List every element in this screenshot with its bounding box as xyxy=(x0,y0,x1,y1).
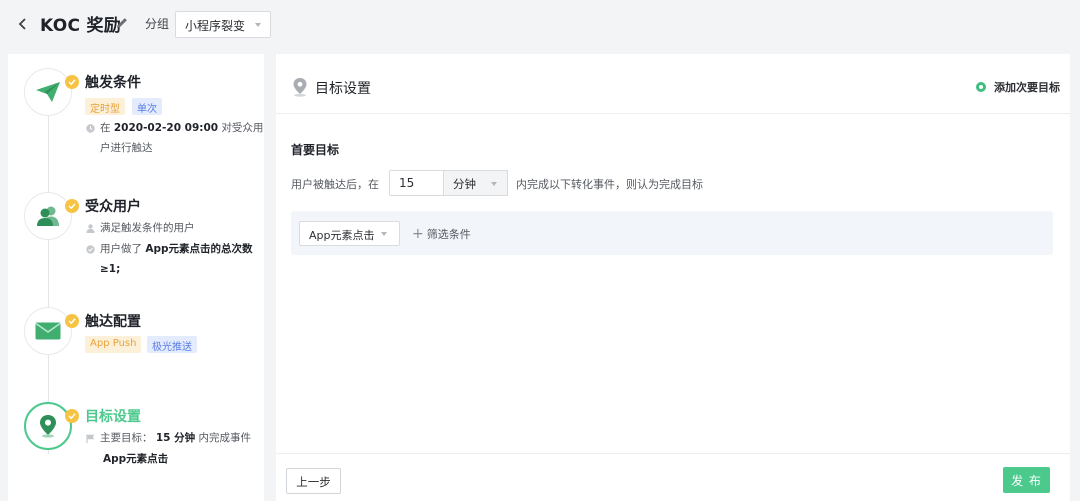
add-secondary-goal-button[interactable]: 添加次要目标 xyxy=(976,79,1060,95)
time-unit-select[interactable]: 分钟 xyxy=(443,170,508,196)
tag-once: 单次 xyxy=(132,98,162,115)
tag-app-push: App Push xyxy=(85,336,142,353)
check-icon xyxy=(65,314,79,328)
audience-detail-line1: 满足触发条件的用户 xyxy=(100,222,195,234)
panel-footer: 上一步 发 布 xyxy=(276,453,1070,501)
audience-detail-line2: 用户做了 App元素点击的总次数 xyxy=(100,243,253,255)
step-goal-title[interactable]: 目标设置 xyxy=(85,406,141,426)
paper-plane-icon xyxy=(36,82,60,102)
page-title: KOC 奖励 xyxy=(40,16,122,36)
group-select-value: 小程序裂变 xyxy=(185,19,246,33)
event-select[interactable]: App元素点击 xyxy=(299,221,400,246)
plus-icon: + xyxy=(412,226,424,242)
trigger-detail-line2: 户进行触达 xyxy=(100,142,153,154)
pencil-icon[interactable] xyxy=(115,16,129,30)
users-icon xyxy=(37,206,59,226)
goal-detail-line1: 主要目标： 15 分钟 内完成事件 xyxy=(100,432,251,444)
conversion-condition-box: App元素点击 + 筛选条件 xyxy=(291,211,1053,255)
minutes-input[interactable]: 15 xyxy=(389,170,445,196)
panel-header: 目标设置 添加次要目标 xyxy=(276,54,1070,114)
user-icon xyxy=(86,224,95,233)
step-audience-title[interactable]: 受众用户 xyxy=(85,196,141,216)
check-icon xyxy=(65,199,79,213)
location-pin-icon xyxy=(293,78,307,97)
add-filter-label: 筛选条件 xyxy=(426,228,471,241)
tag-timed: 定时型 xyxy=(85,98,125,115)
chevron-down-icon xyxy=(255,23,261,27)
clock-icon xyxy=(86,124,95,133)
chevron-down-icon xyxy=(491,182,497,186)
envelope-icon xyxy=(35,322,61,340)
step-reach-circle[interactable] xyxy=(24,307,72,355)
page-header: KOC 奖励 分组 小程序裂变 xyxy=(0,0,1080,48)
group-label: 分组 xyxy=(145,17,170,31)
tag-jpush: 极光推送 xyxy=(147,336,197,353)
panel-title: 目标设置 xyxy=(315,81,371,97)
event-icon xyxy=(86,245,95,254)
group-select[interactable]: 小程序裂变 xyxy=(175,11,271,38)
trigger-detail-line1: 在 2020-02-20 09:00 对受众用 xyxy=(100,122,264,134)
goal-detail-line2: App元素点击 xyxy=(103,453,169,465)
steps-panel: 触发条件 定时型 单次 在 2020-02-20 09:00 对受众用 户进行触… xyxy=(8,54,264,501)
check-icon xyxy=(65,409,79,423)
step-reach-title[interactable]: 触达配置 xyxy=(85,311,141,331)
add-secondary-goal-label: 添加次要目标 xyxy=(994,81,1060,94)
previous-step-button[interactable]: 上一步 xyxy=(286,468,341,494)
goal-sentence-before: 用户被触达后，在 xyxy=(291,178,379,191)
add-filter-button[interactable]: + 筛选条件 xyxy=(412,226,471,242)
goal-settings-panel: 目标设置 添加次要目标 首要目标 用户被触达后，在 15 分钟 内完成以下转化事… xyxy=(276,54,1070,501)
chevron-down-icon xyxy=(381,232,387,236)
step-audience-circle[interactable] xyxy=(24,192,72,240)
step-trigger-circle[interactable] xyxy=(24,68,72,116)
map-pin-icon xyxy=(40,415,56,438)
flag-icon xyxy=(86,434,95,443)
time-unit-value: 分钟 xyxy=(453,177,476,191)
chevron-left-icon[interactable] xyxy=(16,16,30,32)
step-trigger-title[interactable]: 触发条件 xyxy=(85,72,141,92)
check-icon xyxy=(65,75,79,89)
add-circle-icon xyxy=(976,82,986,92)
goal-sentence-after: 内完成以下转化事件，则认为完成目标 xyxy=(516,178,703,191)
primary-goal-heading: 首要目标 xyxy=(291,143,340,157)
publish-button[interactable]: 发 布 xyxy=(1003,467,1050,493)
event-select-value: App元素点击 xyxy=(309,229,375,242)
step-goal-circle[interactable] xyxy=(24,402,72,450)
audience-detail-line3: ≥1; xyxy=(100,263,121,275)
